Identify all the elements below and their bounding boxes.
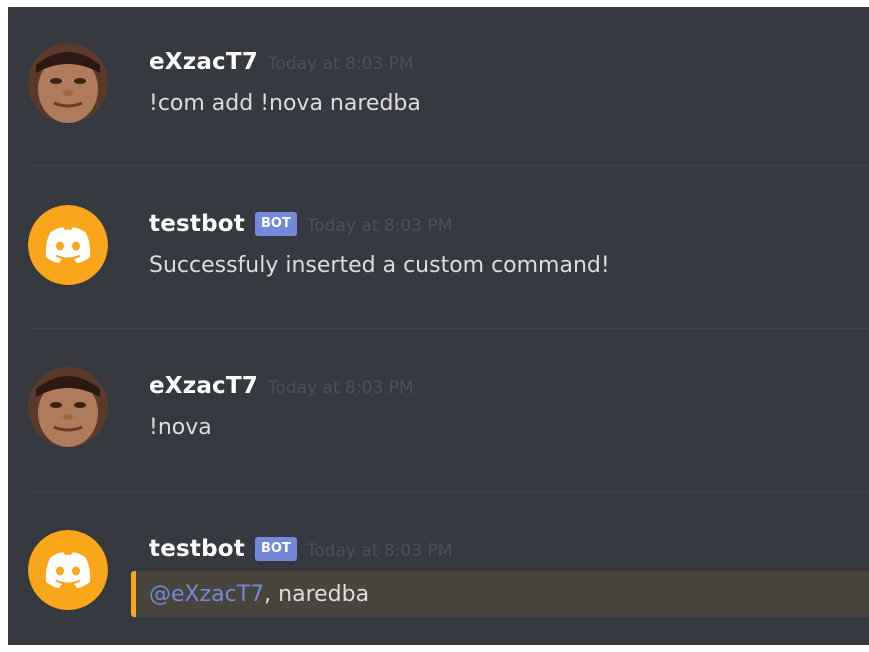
user-face-icon xyxy=(28,367,108,447)
bot-badge: BOT xyxy=(254,537,297,561)
message-content: !com add !nova naredba xyxy=(149,91,421,116)
message-item[interactable]: eXzacT7 Today at 8:03 PM !com add !nova … xyxy=(8,7,869,127)
message-item[interactable]: testbot BOT Today at 8:03 PM xyxy=(8,494,869,614)
user-face-icon xyxy=(28,43,108,123)
chat-messages: eXzacT7 Today at 8:03 PM !com add !nova … xyxy=(8,7,869,645)
message-item[interactable]: eXzacT7 Today at 8:03 PM !nova xyxy=(8,331,869,451)
discord-logo-icon xyxy=(28,205,108,285)
bot-badge: BOT xyxy=(254,212,297,236)
message-header: testbot BOT Today at 8:03 PM xyxy=(149,532,452,566)
message-header: testbot BOT Today at 8:03 PM xyxy=(149,207,452,241)
user-mention[interactable]: @eXzacT7 xyxy=(149,582,264,607)
message-divider xyxy=(30,328,869,329)
bot-avatar[interactable] xyxy=(28,530,108,610)
message-content: @eXzacT7, naredba xyxy=(149,580,369,610)
discord-logo-icon xyxy=(28,530,108,610)
username[interactable]: eXzacT7 xyxy=(149,49,258,75)
message-header: eXzacT7 Today at 8:03 PM xyxy=(149,369,414,403)
username[interactable]: eXzacT7 xyxy=(149,373,258,399)
timestamp: Today at 8:03 PM xyxy=(306,216,453,236)
timestamp: Today at 8:03 PM xyxy=(267,54,414,74)
message-text: , naredba xyxy=(264,582,370,607)
user-avatar[interactable] xyxy=(28,43,108,123)
timestamp: Today at 8:03 PM xyxy=(267,378,414,398)
message-content: !nova xyxy=(149,415,212,440)
user-avatar[interactable] xyxy=(28,367,108,447)
message-divider xyxy=(30,165,869,166)
username[interactable]: testbot xyxy=(149,536,245,562)
message-item[interactable]: testbot BOT Today at 8:03 PM Successfuly… xyxy=(8,169,869,289)
username[interactable]: testbot xyxy=(149,211,245,237)
bot-avatar[interactable] xyxy=(28,205,108,285)
message-divider xyxy=(30,491,869,492)
message-content: Successfuly inserted a custom command! xyxy=(149,253,610,278)
timestamp: Today at 8:03 PM xyxy=(306,541,453,561)
message-header: eXzacT7 Today at 8:03 PM xyxy=(149,45,414,79)
